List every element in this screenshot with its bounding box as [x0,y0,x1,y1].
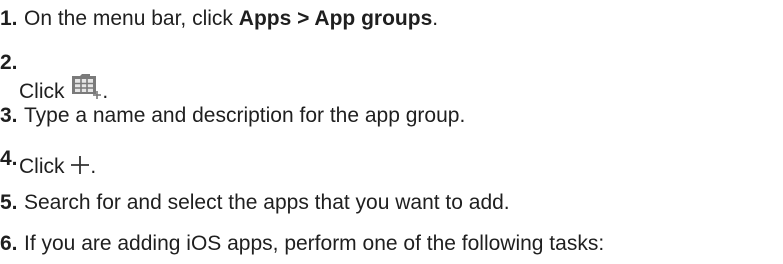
step-content: Click . [19,72,108,107]
add-app-group-icon [70,72,102,107]
step-3: 3. Type a name and description for the ap… [0,103,465,129]
step-4: 4. Click . [0,146,200,180]
menu-path: Apps > App groups [238,7,433,30]
step-text-end: . [432,7,439,30]
step-2: 2. Click . [0,50,200,103]
step-text: Click [19,155,71,178]
step-number: 6. [0,232,18,255]
step-text: Type a name and description for the app … [24,104,466,127]
step-number: 3. [0,104,18,127]
step-text-end: . [90,155,97,178]
step-content: Click . [19,154,96,182]
step-text: If you are adding iOS apps, perform one … [24,232,605,255]
step-number: 5. [0,191,18,214]
step-5: 5. Search for and select the apps that yo… [0,190,510,216]
step-text-end: . [102,80,109,103]
step-1: 1. On the menu bar, click Apps > App grou… [0,6,438,32]
step-text: Click [19,80,71,103]
step-text: Search for and select the apps that you … [24,191,510,214]
step-6: 6. If you are adding iOS apps, perform on… [0,231,604,257]
step-number: 1. [0,7,18,30]
step-text: On the menu bar, click [24,7,239,30]
plus-icon [70,155,90,182]
